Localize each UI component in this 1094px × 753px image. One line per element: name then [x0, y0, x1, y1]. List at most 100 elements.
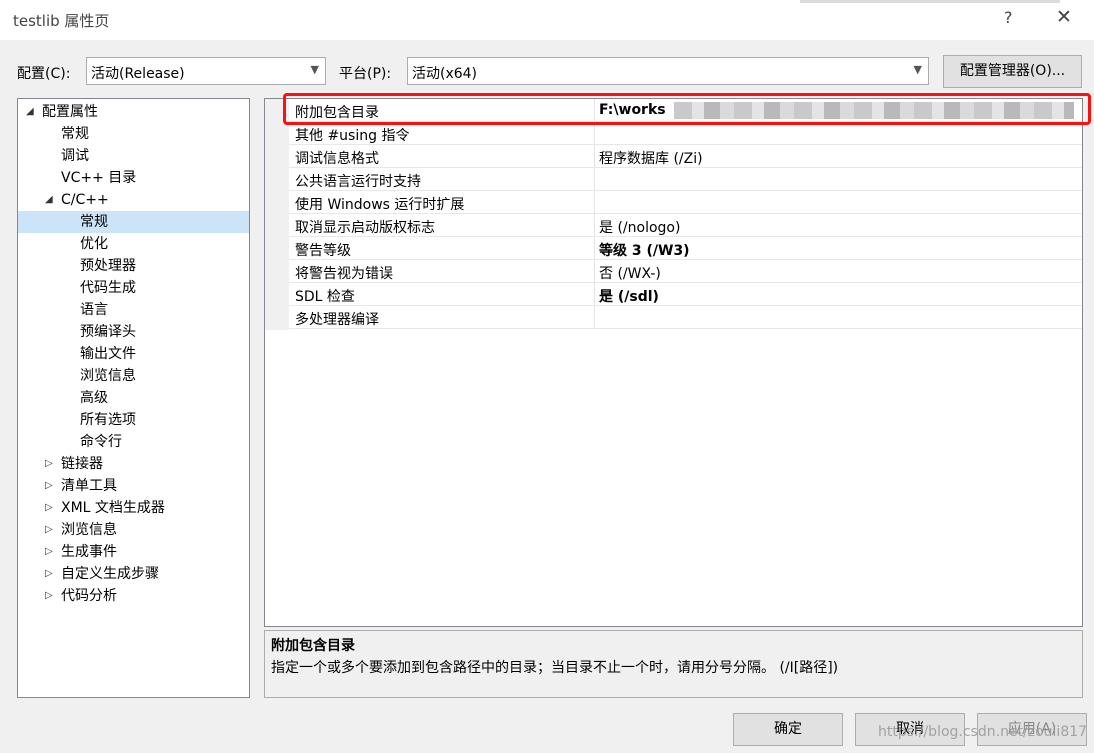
tree-item-label: 命令行 — [80, 434, 122, 450]
property-grid[interactable]: 附加包含目录 F:\works 其他 #using 指令 调试信息格式 程序数据库 (/… — [264, 98, 1083, 627]
expand-arrow-icon[interactable]: ▷ — [45, 497, 57, 519]
watermark: https://blog.csdn.net/zouli817 — [878, 724, 1088, 740]
tree-item[interactable]: 调试 — [18, 145, 249, 167]
tree-item[interactable]: 所有选项 — [18, 409, 249, 431]
tree-item-label: 自定义生成步骤 — [61, 566, 159, 582]
tree-item[interactable]: 语言 — [18, 299, 249, 321]
property-row[interactable]: 取消显示启动版权标志 是 (/nologo) — [289, 214, 1082, 237]
annotation-highlight — [283, 93, 1091, 125]
tree-item[interactable]: 常规 — [18, 211, 249, 233]
expand-arrow-icon[interactable]: ▷ — [45, 475, 57, 497]
close-icon[interactable]: ✕ — [1056, 6, 1072, 28]
tree-item[interactable]: 优化 — [18, 233, 249, 255]
tree-item-label: 清单工具 — [61, 478, 117, 494]
tree-item-label: 代码生成 — [80, 280, 136, 296]
tree-item[interactable]: 代码生成 — [18, 277, 249, 299]
config-value: 活动(Release) — [91, 66, 185, 82]
tree-item[interactable]: ▷ XML 文档生成器 — [18, 497, 249, 519]
property-value[interactable]: 是 (/sdl) — [599, 286, 659, 306]
title-bar: testlib 属性页 ? ✕ — [0, 0, 1094, 40]
config-manager-button[interactable]: 配置管理器(O)... — [943, 55, 1082, 88]
tree-item[interactable]: 浏览信息 — [18, 365, 249, 387]
tree-item[interactable]: 预编译头 — [18, 321, 249, 343]
tree-item-label: XML 文档生成器 — [61, 500, 165, 516]
property-tree[interactable]: ◢ 配置属性 常规 调试 VC++ 目录 ◢ C/C++ 常规 优化 预处理器 代码生成 语言 预编译头… — [17, 98, 250, 698]
tree-item-label: 浏览信息 — [61, 522, 117, 538]
tree-item-label: 生成事件 — [61, 544, 117, 560]
property-row[interactable]: 警告等级 等级 3 (/W3) — [289, 237, 1082, 260]
property-row[interactable]: 多处理器编译 — [289, 306, 1082, 329]
grid-gutter — [265, 99, 289, 330]
tree-item-label: 调试 — [61, 148, 89, 164]
tree-item[interactable]: ◢ C/C++ — [18, 189, 249, 211]
property-name: 将警告视为错误 — [295, 266, 393, 282]
expand-arrow-icon[interactable]: ▷ — [45, 563, 57, 585]
chevron-down-icon: ▼ — [310, 63, 319, 76]
tree-item-label: VC++ 目录 — [61, 170, 137, 186]
column-divider — [594, 306, 595, 328]
property-value[interactable]: 程序数据库 (/Zi) — [599, 148, 703, 168]
property-row[interactable]: 使用 Windows 运行时扩展 — [289, 191, 1082, 214]
property-value[interactable]: 等级 3 (/W3) — [599, 240, 690, 260]
tree-item[interactable]: 高级 — [18, 387, 249, 409]
expand-arrow-icon[interactable]: ▷ — [45, 585, 57, 607]
config-label: 配置(C): — [17, 66, 71, 82]
property-row[interactable]: 公共语言运行时支持 — [289, 168, 1082, 191]
tree-item[interactable]: ▷ 自定义生成步骤 — [18, 563, 249, 585]
property-name: 警告等级 — [295, 243, 351, 259]
property-row[interactable]: 其他 #using 指令 — [289, 122, 1082, 145]
tree-item-label: 浏览信息 — [80, 368, 136, 384]
property-name: 使用 Windows 运行时扩展 — [295, 197, 465, 213]
tree-item-label: 常规 — [61, 126, 89, 142]
tree-item-label: 代码分析 — [61, 588, 117, 604]
expand-arrow-icon[interactable]: ▷ — [45, 541, 57, 563]
tree-item[interactable]: ▷ 代码分析 — [18, 585, 249, 607]
tree-item[interactable]: ▷ 生成事件 — [18, 541, 249, 563]
ok-button[interactable]: 确定 — [733, 713, 843, 746]
tree-item[interactable]: VC++ 目录 — [18, 167, 249, 189]
tree-item-label: 配置属性 — [42, 104, 98, 120]
collapse-arrow-icon[interactable]: ◢ — [26, 101, 38, 123]
chevron-down-icon: ▼ — [913, 63, 922, 76]
expand-arrow-icon[interactable]: ▷ — [45, 453, 57, 475]
tree-item[interactable]: 命令行 — [18, 431, 249, 453]
config-dropdown[interactable]: 活动(Release) ▼ — [86, 57, 326, 85]
platform-label: 平台(P): — [339, 66, 392, 82]
column-divider — [594, 191, 595, 213]
tree-item-label: 所有选项 — [80, 412, 136, 428]
tree-item[interactable]: 预处理器 — [18, 255, 249, 277]
property-name: 调试信息格式 — [295, 151, 379, 167]
column-divider — [594, 260, 595, 282]
property-name: 多处理器编译 — [295, 312, 379, 328]
help-icon[interactable]: ? — [1004, 8, 1013, 27]
property-name: 公共语言运行时支持 — [295, 174, 421, 190]
tree-item-label: 优化 — [80, 236, 108, 252]
column-divider — [594, 122, 595, 144]
property-name: 取消显示启动版权标志 — [295, 220, 435, 236]
column-divider — [594, 214, 595, 236]
column-divider — [594, 145, 595, 167]
tree-item[interactable]: ▷ 链接器 — [18, 453, 249, 475]
platform-dropdown[interactable]: 活动(x64) ▼ — [407, 57, 929, 85]
description-panel: 附加包含目录 指定一个或多个要添加到包含路径中的目录；当目录不止一个时，请用分号… — [264, 630, 1083, 698]
tree-item[interactable]: ▷ 清单工具 — [18, 475, 249, 497]
property-row[interactable]: 调试信息格式 程序数据库 (/Zi) — [289, 145, 1082, 168]
property-row[interactable]: 将警告视为错误 否 (/WX-) — [289, 260, 1082, 283]
column-divider — [594, 283, 595, 305]
tree-item-label: 常规 — [80, 214, 108, 230]
collapse-arrow-icon[interactable]: ◢ — [45, 189, 57, 211]
property-name: SDL 检查 — [295, 289, 355, 305]
tree-item[interactable]: ◢ 配置属性 — [18, 101, 249, 123]
tree-item[interactable]: 常规 — [18, 123, 249, 145]
property-value[interactable]: 否 (/WX-) — [599, 263, 661, 283]
property-value[interactable]: 是 (/nologo) — [599, 217, 680, 237]
tree-item[interactable]: ▷ 浏览信息 — [18, 519, 249, 541]
description-title: 附加包含目录 — [271, 638, 355, 654]
column-divider — [594, 237, 595, 259]
tree-item-label: 预编译头 — [80, 324, 136, 340]
expand-arrow-icon[interactable]: ▷ — [45, 519, 57, 541]
property-row[interactable]: SDL 检查 是 (/sdl) — [289, 283, 1082, 306]
tree-item[interactable]: 输出文件 — [18, 343, 249, 365]
tree-item-label: C/C++ — [61, 192, 109, 208]
tree-item-label: 语言 — [80, 302, 108, 318]
